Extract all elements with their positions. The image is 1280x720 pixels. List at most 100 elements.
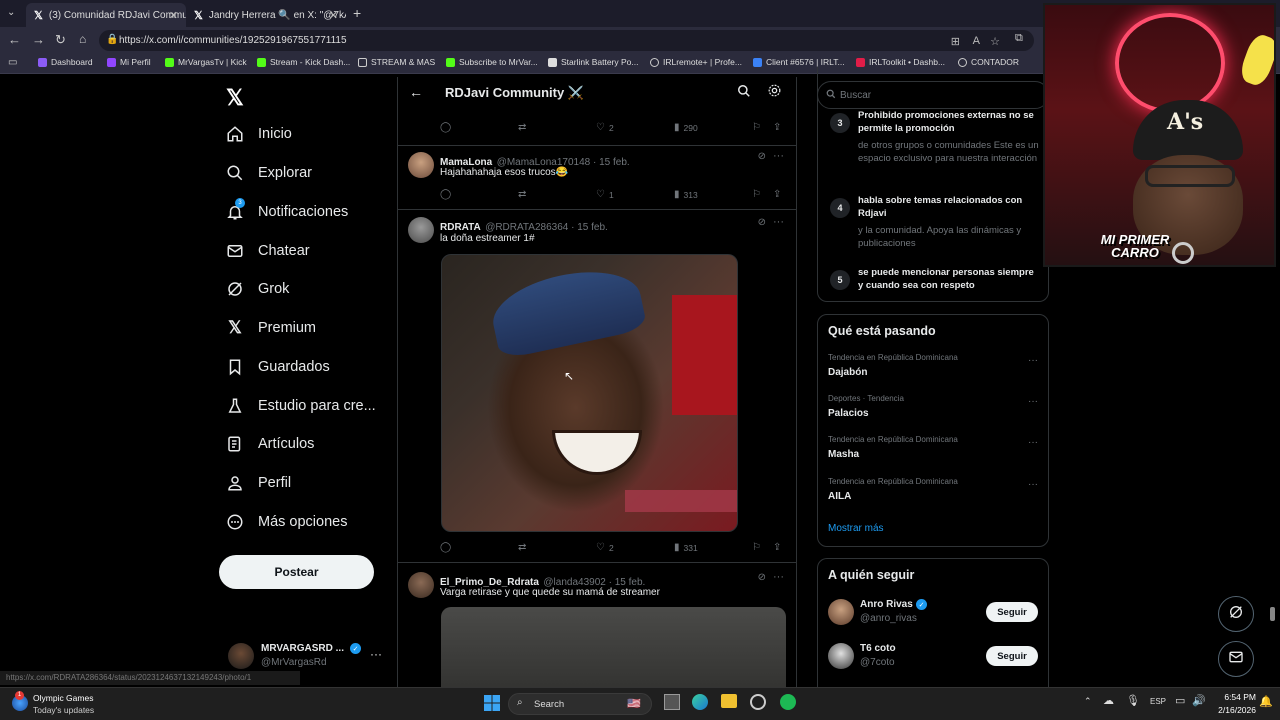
post-button[interactable]: Postear [219, 555, 374, 589]
bookmark-item[interactable]: Dashboard [38, 57, 93, 67]
bookmark-item[interactable]: MrVargasTv | Kick [165, 57, 247, 67]
grok-icon[interactable]: ⊘ [758, 572, 766, 583]
more-horizontal-icon[interactable]: ··· [1028, 355, 1038, 366]
like-button[interactable]: ♡ 2 [596, 122, 614, 133]
grok-icon[interactable]: ⊘ [758, 151, 766, 162]
nav-chat[interactable]: Chatear [226, 237, 310, 265]
search-icon[interactable] [737, 84, 751, 103]
nav-creator-studio[interactable]: Estudio para cre... [226, 392, 376, 420]
suggestion-name[interactable]: Anro Rivas [860, 599, 913, 610]
home-browser-icon[interactable]: ⌂ [79, 32, 86, 46]
windows-start-icon[interactable] [484, 695, 500, 714]
trend-item[interactable]: Tendencia en República Dominicana AILA ·… [818, 477, 1048, 517]
bookmark-item[interactable]: Mi Perfil [107, 57, 151, 67]
reload-icon[interactable]: ↻ [55, 32, 66, 48]
views-button[interactable]: ▮ 331 [674, 542, 698, 553]
tab-list-icon[interactable]: ⌄ [7, 7, 15, 18]
file-explorer-icon[interactable] [721, 694, 737, 708]
grok-floating-button[interactable] [1218, 596, 1254, 632]
reply-icon[interactable]: ◯ [440, 122, 455, 133]
grok-icon[interactable]: ⊘ [758, 217, 766, 228]
reply-icon[interactable]: ◯ [440, 189, 455, 200]
avatar[interactable] [408, 572, 434, 598]
post-image[interactable] [441, 607, 786, 687]
tab-jandry-herrera[interactable]: 𝕏 Jandry Herrera 🔍 en X: "@7kAdic ✕ [186, 3, 346, 27]
close-tab-icon[interactable]: ✕ [169, 9, 178, 22]
nav-explore[interactable]: Explorar [226, 159, 312, 187]
share-icon[interactable]: ⇪ [773, 189, 785, 200]
repost-icon[interactable]: ⇄ [518, 542, 530, 553]
app-available-icon[interactable]: ⊞ [951, 35, 960, 48]
more-horizontal-icon[interactable]: ··· [1028, 479, 1038, 490]
views-button[interactable]: ▮ 313 [674, 189, 698, 200]
read-aloud-icon[interactable]: A [973, 35, 980, 47]
bookmark-icon[interactable]: ⚐ [752, 122, 765, 133]
bookmark-item[interactable]: Subscribe to MrVar... [446, 57, 538, 67]
bookmark-item[interactable]: Starlink Battery Po... [548, 57, 638, 67]
forward-icon[interactable]: → [32, 32, 45, 47]
bookmark-icon[interactable]: ⚐ [752, 189, 765, 200]
nav-articles[interactable]: Artículos [226, 430, 314, 458]
edge-browser-icon[interactable] [692, 694, 708, 710]
obs-icon[interactable] [750, 694, 766, 710]
like-button[interactable]: ♡ 2 [596, 542, 614, 553]
more-horizontal-icon[interactable]: ··· [1028, 437, 1038, 448]
spotify-icon[interactable] [780, 694, 796, 710]
follow-button[interactable]: Seguir [986, 646, 1038, 666]
author-handle[interactable]: @RDRATA286364 · 15 feb. [485, 222, 608, 233]
language-indicator[interactable]: ESP [1150, 697, 1166, 706]
network-icon[interactable]: ▭ [1175, 694, 1185, 707]
more-horizontal-icon[interactable]: ··· [370, 647, 382, 661]
nav-bookmarks[interactable]: Guardados [226, 353, 330, 381]
microphone-icon[interactable]: 🎙 [1126, 694, 1140, 707]
nav-profile[interactable]: Perfil [226, 469, 291, 497]
repost-icon[interactable]: ⇄ [518, 122, 530, 133]
tab-rdjavi-community[interactable]: 𝕏 (3) Comunidad RDJavi Community ✕ [26, 3, 186, 27]
favorite-star-icon[interactable]: ☆ [990, 35, 1000, 48]
views-button[interactable]: ▮ 290 [674, 122, 698, 133]
suggestion-name[interactable]: T6 coto [860, 643, 896, 654]
widgets-button[interactable]: 1 Olympic Games Today's updates [12, 691, 122, 718]
settings-gear-icon[interactable] [767, 83, 782, 103]
post-rdrata[interactable]: RDRATA @RDRATA286364 · 15 feb. ⊘ ··· la … [398, 210, 796, 563]
share-icon[interactable]: ⇪ [773, 542, 785, 553]
avatar[interactable] [828, 599, 854, 625]
task-view-icon[interactable] [664, 694, 680, 710]
more-horizontal-icon[interactable]: ··· [773, 216, 784, 228]
follow-button[interactable]: Seguir [986, 602, 1038, 622]
nav-home[interactable]: Inicio [226, 120, 292, 148]
trend-item[interactable]: Tendencia en República Dominicana Masha … [818, 435, 1048, 475]
address-bar[interactable]: 🔒 https://x.com/i/communities/1925291967… [99, 30, 1034, 51]
scrollbar-thumb[interactable] [1270, 607, 1275, 621]
bookmark-item[interactable]: CONTADOR [958, 57, 1019, 67]
follow-suggestion[interactable]: T6 coto @7coto Seguir [818, 641, 1048, 675]
back-arrow-icon[interactable]: ← [409, 84, 423, 100]
avatar[interactable] [408, 217, 434, 243]
post-image[interactable]: ↖ [441, 254, 738, 532]
avatar[interactable] [828, 643, 854, 669]
post-partial[interactable]: ◯ ⇄ ♡ 2 ▮ 290 ⚐ ⇪ [398, 109, 796, 146]
chevron-up-icon[interactable]: ⌃ [1084, 696, 1092, 707]
post-mamalona[interactable]: MamaLona @MamaLona170148 · 15 feb. ⊘ ···… [398, 146, 796, 210]
show-more-link[interactable]: Mostrar más [828, 523, 884, 534]
reply-icon[interactable]: ◯ [440, 542, 455, 553]
like-button[interactable]: ♡ 1 [596, 189, 614, 200]
nav-premium[interactable]: 𝕏 Premium [226, 314, 316, 342]
nav-grok[interactable]: Grok [226, 275, 289, 303]
bookmark-menu-icon[interactable]: ▭ [8, 57, 17, 68]
trend-item[interactable]: Deportes · Tendencia Palacios ··· [818, 394, 1048, 434]
account-switcher[interactable]: MRVARGASRD ... ✓ @MrVargasRd ··· [226, 639, 396, 673]
post-el-primo[interactable]: El_Primo_De_Rdrata @landa43902 · 15 feb.… [398, 563, 796, 687]
volume-icon[interactable]: 🔊 [1192, 694, 1206, 707]
share-icon[interactable]: ⇪ [773, 122, 785, 133]
back-icon[interactable]: ← [8, 32, 21, 47]
more-horizontal-icon[interactable]: ··· [1028, 396, 1038, 407]
close-tab-icon[interactable]: ✕ [329, 9, 338, 22]
repost-icon[interactable]: ⇄ [518, 189, 530, 200]
bookmark-item[interactable]: Stream - Kick Dash... [257, 57, 350, 67]
follow-suggestion[interactable]: Anro Rivas ✓ @anro_rivas Seguir [818, 597, 1048, 631]
clock[interactable]: 6:54 PM 2/16/2026 [1212, 692, 1256, 718]
x-logo-icon[interactable]: 𝕏 [226, 85, 244, 111]
bookmark-item[interactable]: IRLToolkit • Dashb... [856, 57, 945, 67]
new-tab-icon[interactable]: + [353, 5, 361, 21]
